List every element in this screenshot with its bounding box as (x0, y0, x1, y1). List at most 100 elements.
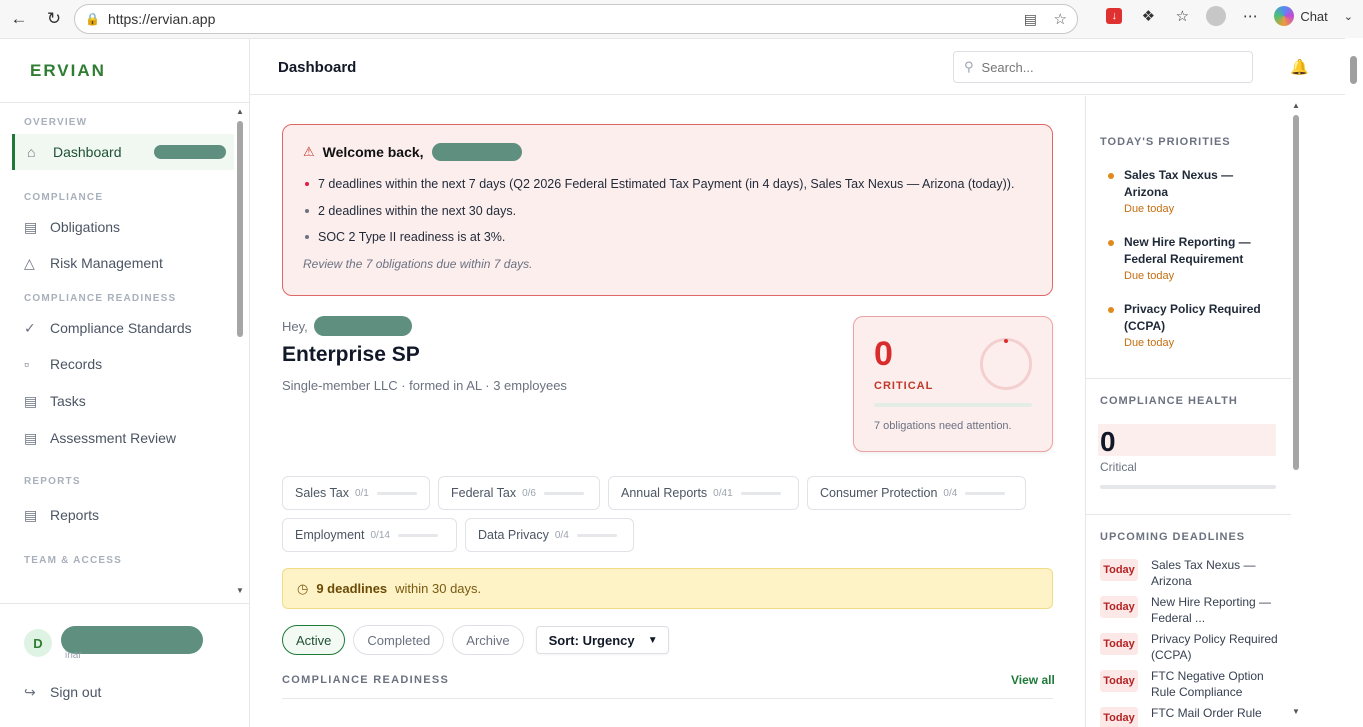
section-label-compliance-readiness: COMPLIANCE READINESS (24, 293, 177, 304)
back-icon[interactable]: ← (8, 8, 30, 30)
scroll-up-icon[interactable]: ▲ (1292, 101, 1300, 110)
sidebar-footer: D inar ↪ Sign out (0, 603, 250, 727)
search-icon: ⚲ (964, 59, 974, 74)
sort-select[interactable]: Sort: Urgency ▼ (535, 626, 669, 654)
page-title: Dashboard (278, 59, 357, 76)
sidebar-item-compliance-standards[interactable]: ✓ Compliance Standards (0, 310, 250, 346)
reader-icon[interactable]: ▤ (1024, 11, 1037, 28)
sidebar-item-tasks[interactable]: ▤ Tasks (0, 383, 250, 419)
logo-area: ERVIAN (0, 39, 249, 103)
sidebar-item-records[interactable]: ▫ Records (0, 346, 250, 382)
category-chip-employment[interactable]: Employment 0/14 (282, 518, 457, 552)
category-chip-annual-reports[interactable]: Annual Reports 0/41 (608, 476, 799, 510)
scrollbar-thumb[interactable] (1350, 56, 1357, 84)
scrollbar-thumb[interactable] (237, 121, 243, 337)
sidebar-nav: OVERVIEW ⌂ Dashboard COMPLIANCE ▤ Obliga… (0, 103, 250, 603)
progress-ring (980, 338, 1032, 390)
app-logo[interactable]: ERVIAN (30, 61, 106, 81)
priority-due: Due today (1124, 270, 1175, 282)
favorite-star-icon[interactable]: ☆ (1054, 10, 1067, 28)
more-icon[interactable]: ⋯ (1240, 6, 1260, 26)
welcome-list: 7 deadlines within the next 7 days (Q2 2… (303, 171, 1032, 251)
chip-progress (397, 533, 438, 537)
sidebar-item-label: Assessment Review (50, 430, 177, 446)
bell-icon[interactable]: 🔔 (1290, 58, 1309, 76)
search-input[interactable] (981, 59, 1222, 75)
scrollbar-thumb[interactable] (1293, 115, 1299, 470)
deadline-item[interactable]: Today Sales Tax Nexus — Arizona (1100, 557, 1290, 589)
tab-active[interactable]: Active (282, 625, 346, 655)
deadline-text: within 30 days. (395, 581, 482, 596)
scroll-down-icon[interactable]: ▼ (236, 586, 244, 595)
top-bar: Dashboard ⚲ 🔔 (250, 39, 1345, 95)
section-label-overview: OVERVIEW (24, 117, 88, 128)
bullet-text: 2 deadlines within the next 30 days. (318, 203, 517, 218)
chip-label: Federal Tax (451, 486, 517, 500)
chip-label: Employment (295, 528, 365, 542)
sidebar-item-reports[interactable]: ▤ Reports (0, 497, 250, 533)
deadline-item[interactable]: Today Privacy Policy Required (CCPA) (1100, 631, 1290, 663)
section-label-reports: REPORTS (24, 476, 81, 487)
category-chip-sales-tax[interactable]: Sales Tax 0/1 (282, 476, 430, 510)
sidebar-item-risk-management[interactable]: △ Risk Management (0, 245, 250, 281)
scroll-up-icon[interactable]: ▲ (236, 107, 244, 116)
critical-progress-bar (874, 403, 1032, 407)
browser-toolbar: ← ↻ 🔒 https://ervian.app ▤ ☆ ↓ ❖ ☆ ⋯ Cha… (0, 0, 1363, 38)
profile-icon[interactable] (1206, 6, 1227, 26)
priority-due: Due today (1124, 203, 1175, 215)
clipboard-icon: ▤ (24, 218, 38, 235)
deadline-item[interactable]: Today FTC Negative Option Rule Complianc… (1100, 668, 1290, 700)
address-bar[interactable]: 🔒 https://ervian.app ▤ ☆ (74, 4, 1078, 34)
priority-title: Sales Tax Nexus — Arizona (1124, 168, 1234, 199)
sidebar-scrollbar[interactable]: ▲ ▼ (236, 107, 244, 595)
home-icon: ⌂ (27, 144, 36, 160)
warning-icon: ⚠ (303, 144, 315, 159)
chip-progress (544, 491, 584, 495)
sidebar-item-dashboard[interactable]: ⌂ Dashboard (12, 134, 234, 170)
sign-out-button[interactable]: ↪ Sign out (0, 674, 250, 710)
avatar[interactable]: D (24, 629, 52, 657)
document-icon: ▤ (24, 429, 38, 446)
deadline-banner[interactable]: ◷ 9 deadlines within 30 days. (282, 568, 1053, 609)
deadline-item[interactable]: Today FTC Mail Order Rule (1100, 705, 1290, 727)
tab-completed[interactable]: Completed (353, 625, 445, 655)
view-all-link[interactable]: View all (1011, 673, 1055, 687)
sidebar-item-assessment-review[interactable]: ▤ Assessment Review (0, 420, 250, 456)
readiness-section-label: COMPLIANCE READINESS (282, 674, 450, 686)
priority-item[interactable]: New Hire Reporting — Federal Requirement… (1108, 234, 1278, 282)
sidebar-item-obligations[interactable]: ▤ Obligations (0, 209, 250, 245)
folder-icon: ▫ (24, 356, 29, 372)
chip-progress (376, 491, 417, 495)
deadline-item[interactable]: Today New Hire Reporting — Federal ... (1100, 594, 1290, 626)
category-chip-data-privacy[interactable]: Data Privacy 0/4 (465, 518, 634, 552)
review-link[interactable]: Review the 7 obligations due within 7 da… (303, 257, 1032, 271)
status-badge: Today (1100, 670, 1138, 692)
ring-marker (1004, 339, 1008, 343)
entity-name: Enterprise SP (282, 343, 420, 366)
tab-archive[interactable]: Archive (452, 625, 524, 655)
critical-card[interactable]: 0 CRITICAL 7 obligations need attention. (853, 316, 1053, 452)
redacted-user-name (61, 626, 203, 654)
page-scrollbar[interactable] (1345, 38, 1363, 726)
health-title: COMPLIANCE HEALTH (1100, 395, 1238, 407)
extensions-icon[interactable]: ❖ (1138, 6, 1158, 26)
download-icon[interactable]: ↓ (1104, 6, 1124, 26)
chip-count: 0/14 (370, 529, 390, 541)
category-chip-consumer-protection[interactable]: Consumer Protection 0/4 (807, 476, 1026, 510)
reload-icon[interactable]: ↻ (43, 8, 65, 30)
priority-item[interactable]: Privacy Policy Required (CCPA) Due today (1108, 301, 1278, 349)
priority-title: Privacy Policy Required (CCPA) (1124, 302, 1261, 333)
chevron-down-icon[interactable]: ⌄ (1344, 10, 1353, 23)
favorites-icon[interactable]: ☆ (1172, 6, 1192, 26)
sidebar: ERVIAN OVERVIEW ⌂ Dashboard COMPLIANCE ▤… (0, 39, 250, 727)
status-dot (1108, 240, 1114, 246)
category-chip-federal-tax[interactable]: Federal Tax 0/6 (438, 476, 600, 510)
right-panel-scrollbar[interactable]: ▲ ▼ (1292, 101, 1300, 719)
right-panel: TODAY'S PRIORITIES Sales Tax Nexus — Ari… (1085, 96, 1345, 727)
search-box[interactable]: ⚲ (953, 51, 1253, 83)
divider (282, 698, 1053, 699)
chat-button[interactable]: Chat ⌄ (1274, 6, 1353, 26)
section-label-team-access: TEAM & ACCESS (24, 555, 123, 566)
priority-item[interactable]: Sales Tax Nexus — Arizona Due today (1108, 167, 1278, 215)
scroll-down-icon[interactable]: ▼ (1292, 707, 1300, 716)
